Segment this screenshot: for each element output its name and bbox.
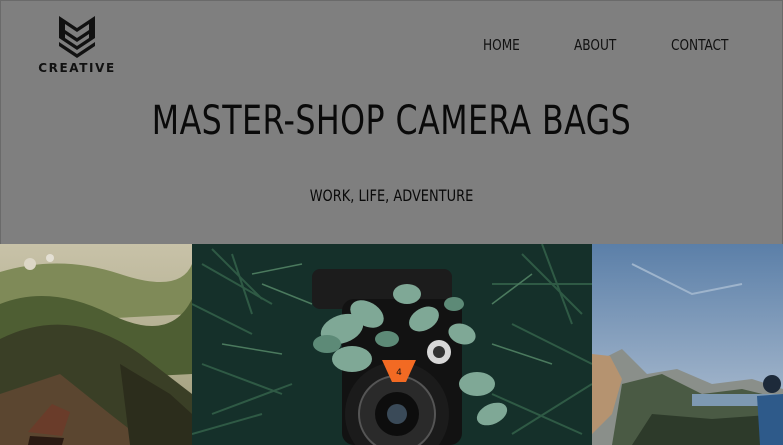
photo-gallery: 4: [0, 244, 783, 445]
gallery-photo-camera[interactable]: 4: [192, 244, 592, 445]
gallery-photo-mountain[interactable]: [592, 244, 783, 445]
shield-chevron-logo-icon: [59, 16, 95, 58]
nav-home-link[interactable]: HOME: [483, 36, 520, 54]
nav-contact-link[interactable]: CONTACT: [671, 36, 728, 54]
logo-text: CREATIVE: [38, 61, 116, 75]
hero-title: MASTER-SHOP CAMERA BAGS: [151, 98, 632, 144]
main-nav: HOME ABOUT CONTACT: [483, 36, 735, 54]
hillside-photo-image: [0, 244, 192, 445]
brand-logo[interactable]: CREATIVE: [34, 14, 120, 80]
gallery-photo-hillside[interactable]: [0, 244, 192, 445]
camera-badge-logo: 4: [396, 368, 402, 378]
hero-subtitle: WORK, LIFE, ADVENTURE: [309, 186, 474, 205]
mountain-photo-image: [592, 244, 783, 445]
camera-photo-image: 4: [192, 244, 592, 445]
nav-about-link[interactable]: ABOUT: [574, 36, 616, 54]
